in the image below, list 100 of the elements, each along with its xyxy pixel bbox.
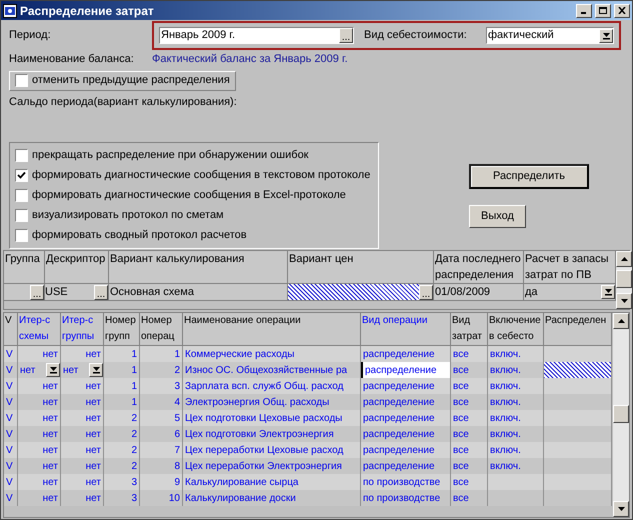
saldo-label: Сальдо периода(вариант калькулирования): bbox=[9, 94, 238, 110]
column-header[interactable]: Дескриптор bbox=[45, 251, 109, 283]
column-header[interactable]: Вид операции bbox=[361, 313, 451, 345]
checkbox[interactable] bbox=[15, 229, 28, 242]
scrollbar-thumb[interactable] bbox=[613, 405, 629, 423]
column-header[interactable]: V bbox=[4, 313, 18, 345]
table-cell[interactable]: да bbox=[524, 284, 616, 300]
column-header[interactable]: Итер-с схемы bbox=[18, 313, 61, 345]
table-cell: Основная схема bbox=[109, 284, 288, 300]
column-header[interactable]: Номер операц bbox=[140, 313, 183, 345]
table-row[interactable]: V нет нет 3 10 Калькулирование доски по производстве все bbox=[4, 490, 612, 506]
browse-button[interactable]: ... bbox=[30, 284, 44, 300]
checkbox[interactable] bbox=[15, 209, 28, 222]
price-variant-cell[interactable]: ... bbox=[288, 284, 434, 300]
table-row[interactable]: V нет нет 1 2 Износ ОС. Общехозяйственные ра распределение все включ. bbox=[4, 362, 612, 378]
table-row[interactable]: V нет нет 2 7 Цех переработки Цеховые расход распределение все включ. bbox=[4, 442, 612, 458]
checkbox[interactable] bbox=[15, 189, 28, 202]
table-row[interactable]: V нет нет 1 4 Электроэнергия Общ. расходы распределение все включ. bbox=[4, 394, 612, 410]
browse-button[interactable]: ... bbox=[94, 284, 108, 300]
scrollbar[interactable] bbox=[616, 251, 632, 309]
period-field[interactable]: Январь 2009 г. ... bbox=[159, 27, 354, 44]
dropdown-button[interactable] bbox=[46, 363, 60, 377]
column-header[interactable]: Наименование операции bbox=[183, 313, 361, 345]
balance-label: Наименование баланса: bbox=[9, 52, 135, 67]
dropdown-arrow-icon bbox=[604, 288, 612, 296]
table-cell: V bbox=[4, 490, 18, 506]
app-icon bbox=[3, 4, 17, 18]
dropdown-arrow-icon bbox=[92, 366, 100, 374]
table-cell: по производстве bbox=[361, 490, 451, 506]
distribute-button[interactable]: Распределить bbox=[469, 164, 589, 188]
table-cell: нет bbox=[18, 490, 61, 506]
table-row[interactable]: V нет нет 2 6 Цех подготовки Электроэнергия распределение все включ. bbox=[4, 426, 612, 442]
cost-kind-select[interactable]: фактический bbox=[486, 27, 614, 44]
column-header[interactable]: Вид затрат bbox=[451, 313, 488, 345]
browse-button[interactable]: ... bbox=[339, 28, 353, 43]
table-row[interactable]: V нет нет 1 3 Зарплата всп. служб Общ. расход распределение все включ. bbox=[4, 378, 612, 394]
scroll-down-button[interactable] bbox=[613, 501, 629, 517]
up-arrow-icon bbox=[618, 319, 624, 323]
checkbox[interactable] bbox=[15, 149, 28, 162]
scroll-up-button[interactable] bbox=[616, 251, 632, 267]
edit-field[interactable]: распределение bbox=[361, 362, 451, 378]
period-label: Период: bbox=[9, 28, 52, 44]
column-header[interactable]: Группа bbox=[4, 251, 45, 283]
cost-kind-value: фактический bbox=[488, 28, 554, 44]
checkbox[interactable] bbox=[15, 169, 28, 182]
table-cell: 10 bbox=[140, 490, 183, 506]
combo-value: нет bbox=[63, 364, 78, 378]
table-cell: 01/08/2009 bbox=[434, 284, 524, 300]
dropdown-button[interactable] bbox=[599, 28, 613, 42]
calc-in-stock-value: да bbox=[525, 284, 538, 300]
table-cell: 3 bbox=[104, 490, 140, 506]
combo-field[interactable]: нет bbox=[18, 362, 61, 378]
minimize-button[interactable] bbox=[576, 4, 592, 18]
maximize-button[interactable] bbox=[595, 4, 611, 18]
table-row[interactable]: V нет нет 2 5 Цех подготовки Цеховые расходы распределение все включ. bbox=[4, 410, 612, 426]
scrollbar-thumb[interactable] bbox=[616, 270, 632, 288]
table-row[interactable]: V нет нет 3 9 Калькулирование сырца по производстве все bbox=[4, 474, 612, 490]
dropdown-button[interactable] bbox=[601, 285, 615, 299]
checkbox-label: визуализировать протокол по сметам bbox=[32, 208, 224, 224]
down-arrow-icon bbox=[620, 299, 628, 303]
scrollbar[interactable] bbox=[613, 313, 629, 517]
close-icon bbox=[618, 7, 626, 14]
descriptor-value: USE bbox=[45, 284, 68, 300]
table-row[interactable]: V нет нет 2 8 Цех переработки Электроэнергия распределение все включ. bbox=[4, 458, 612, 474]
scroll-up-button[interactable] bbox=[613, 313, 629, 329]
column-header[interactable]: Дата последнего распределения bbox=[434, 251, 524, 283]
cost-kind-label: Вид себестоимости: bbox=[364, 28, 468, 44]
down-arrow-icon bbox=[618, 507, 624, 511]
table-cell: все bbox=[451, 490, 488, 506]
exit-button[interactable]: Выход bbox=[469, 204, 526, 228]
balance-value: Фактический баланс за Январь 2009 г. bbox=[152, 52, 348, 67]
maximize-icon bbox=[599, 7, 607, 14]
dropdown-arrow-icon bbox=[50, 366, 56, 374]
column-header[interactable]: Номер групп bbox=[104, 313, 140, 345]
combo-field[interactable]: нет bbox=[61, 362, 104, 378]
checkbox-label: формировать диагностические сообщения в текстовом протоколе bbox=[32, 168, 370, 184]
column-header[interactable]: Распределен bbox=[544, 313, 612, 345]
column-header[interactable]: Вариант калькулирования bbox=[109, 251, 288, 283]
dropdown-arrow-icon bbox=[602, 32, 610, 40]
browse-button[interactable]: ... bbox=[419, 284, 433, 300]
column-header[interactable]: Вариант цен bbox=[288, 251, 434, 283]
dropdown-button[interactable] bbox=[89, 363, 103, 377]
selection-hatch bbox=[544, 362, 611, 378]
scroll-down-button[interactable] bbox=[616, 293, 632, 309]
table-cell[interactable]: ... bbox=[4, 284, 45, 300]
checkmark-icon bbox=[17, 171, 26, 180]
checkbox-label: формировать сводный протокол расчетов bbox=[32, 228, 247, 244]
checkbox-label: формировать диагностические сообщения в Excel-протоколе bbox=[32, 188, 346, 204]
column-header[interactable]: Итер-с группы bbox=[61, 313, 104, 345]
table-cell[interactable]: USE ... bbox=[45, 284, 109, 300]
period-value: Январь 2009 г. bbox=[161, 28, 236, 44]
checkbox[interactable] bbox=[15, 74, 28, 87]
window-title: Распределение затрат bbox=[20, 2, 155, 20]
table-row[interactable]: V нет нет 1 1 Коммерческие расходы распределение все включ. bbox=[4, 346, 612, 362]
up-arrow-icon bbox=[620, 257, 628, 261]
column-header[interactable]: Включение в себесто bbox=[488, 313, 544, 345]
table-cell: Калькулирование доски bbox=[183, 490, 361, 506]
checkbox-label: отменить предыдущие распределения bbox=[32, 73, 230, 88]
table-cell: нет bbox=[61, 490, 104, 506]
close-button[interactable] bbox=[614, 4, 630, 18]
